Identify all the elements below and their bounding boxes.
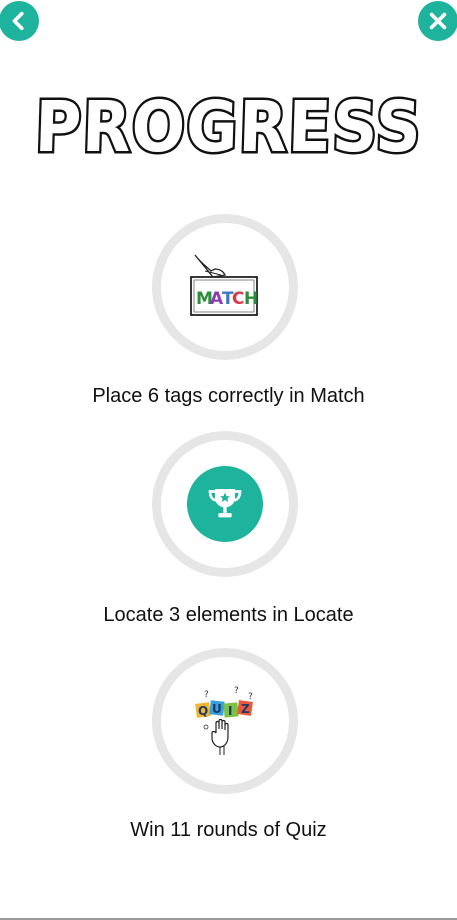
achievement-locate: Locate 3 elements in Locate: [0, 431, 457, 631]
svg-text:?: ?: [248, 692, 253, 702]
achievement-ring: [152, 431, 298, 577]
trophy-badge: [187, 466, 263, 542]
quiz-letter-q: Q: [198, 704, 208, 718]
quiz-letter-z: Z: [241, 702, 250, 716]
achievement-ring: ? ? ? Q U I Z: [152, 648, 298, 794]
trophy-icon: [208, 489, 242, 518]
quiz-letter-u: U: [212, 702, 222, 716]
page-title: PROGRESS: [32, 84, 426, 171]
quiz-icon: ? ? ? Q U I Z: [195, 686, 253, 755]
achievement-label: Locate 3 elements in Locate: [103, 604, 354, 626]
close-icon: [429, 12, 447, 30]
chevron-left-icon: [12, 11, 24, 31]
match-card-icon: M A T C H: [190, 254, 258, 316]
achievement-label: Win 11 rounds of Quiz: [130, 819, 327, 841]
quiz-letter-i: I: [228, 704, 232, 718]
achievement-label: Place 6 tags correctly in Match: [92, 385, 365, 407]
match-card-letter-h: H: [244, 289, 258, 309]
back-button[interactable]: [0, 1, 39, 41]
achievement-ring: M A T C H: [152, 214, 298, 360]
svg-text:?: ?: [204, 690, 209, 700]
achievement-match: M A T C H Place 6 tags correctly in Matc…: [0, 214, 457, 414]
match-card-letter-c: C: [232, 289, 244, 309]
svg-text:?: ?: [234, 686, 239, 696]
close-button[interactable]: [418, 1, 457, 41]
achievement-quiz: ? ? ? Q U I Z Win 11 rounds of Quiz: [0, 648, 457, 848]
